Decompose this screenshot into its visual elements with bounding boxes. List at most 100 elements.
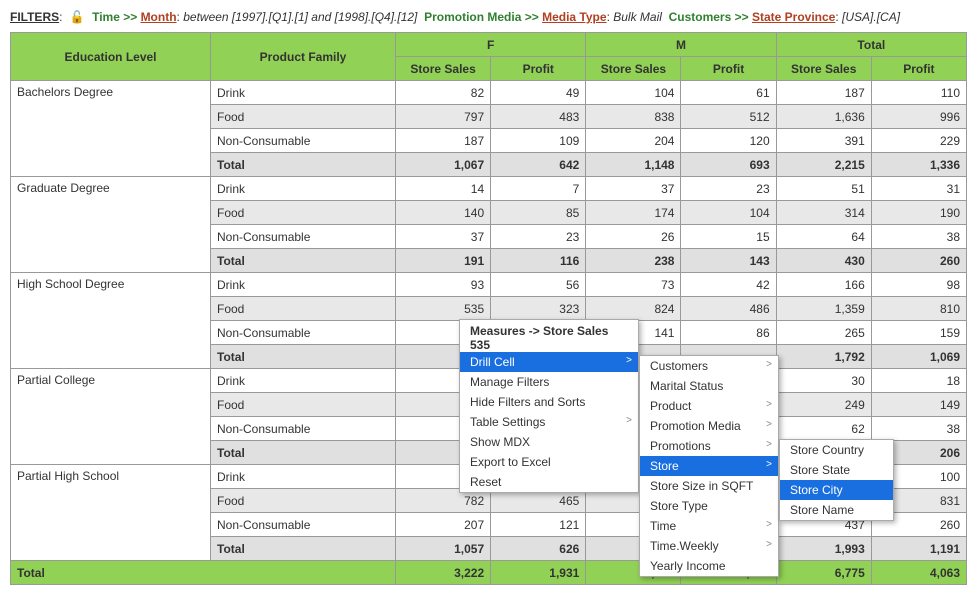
data-cell[interactable]: 62 <box>776 417 871 441</box>
store-submenu-item[interactable]: Store City <box>780 480 893 500</box>
subtotal-cell[interactable]: 642 <box>491 153 586 177</box>
data-cell[interactable]: 190 <box>871 201 966 225</box>
data-cell[interactable]: 104 <box>586 81 681 105</box>
data-cell[interactable]: 7 <box>491 177 586 201</box>
row-education[interactable]: Partial High School <box>11 465 211 561</box>
data-cell[interactable]: 187 <box>776 81 871 105</box>
row-product-family[interactable]: Drink <box>211 81 396 105</box>
header-education[interactable]: Education Level <box>11 33 211 81</box>
data-cell[interactable]: 159 <box>871 321 966 345</box>
row-product-family[interactable]: Food <box>211 201 396 225</box>
filter-dimension[interactable]: Promotion Media <box>424 10 521 24</box>
data-cell[interactable]: 204 <box>586 129 681 153</box>
row-product-family[interactable]: Non-Consumable <box>211 513 396 537</box>
data-cell[interactable]: 838 <box>586 105 681 129</box>
subtotal-cell[interactable]: 693 <box>681 153 776 177</box>
data-cell[interactable]: 86 <box>681 321 776 345</box>
data-cell[interactable]: 37 <box>586 177 681 201</box>
data-cell[interactable]: 512 <box>681 105 776 129</box>
grandtotal-cell[interactable]: 3,222 <box>396 561 491 585</box>
drill-submenu-item[interactable]: Time.Weekly <box>640 536 778 556</box>
data-cell[interactable]: 810 <box>871 297 966 321</box>
row-product-family[interactable]: Non-Consumable <box>211 321 396 345</box>
row-education[interactable]: High School Degree <box>11 273 211 369</box>
row-product-family[interactable]: Drink <box>211 177 396 201</box>
data-cell[interactable]: 149 <box>871 393 966 417</box>
data-cell[interactable]: 98 <box>871 273 966 297</box>
subtotal-cell[interactable]: 238 <box>586 249 681 273</box>
drill-submenu-item[interactable]: Marital Status <box>640 376 778 396</box>
data-cell[interactable]: 56 <box>491 273 586 297</box>
data-cell[interactable]: 104 <box>681 201 776 225</box>
row-product-family[interactable]: Food <box>211 297 396 321</box>
row-product-family[interactable]: Food <box>211 489 396 513</box>
data-cell[interactable]: 49 <box>491 81 586 105</box>
header-product-family[interactable]: Product Family <box>211 33 396 81</box>
data-cell[interactable]: 187 <box>396 129 491 153</box>
row-product-family[interactable]: Drink <box>211 465 396 489</box>
header-measure[interactable]: Store Sales <box>586 57 681 81</box>
unlock-icon[interactable]: 🔓 <box>70 10 85 24</box>
subtotal-cell[interactable]: 143 <box>681 249 776 273</box>
row-product-family[interactable]: Drink <box>211 369 396 393</box>
filter-dimension[interactable]: Time <box>92 10 120 24</box>
data-cell[interactable]: 38 <box>871 225 966 249</box>
row-product-family[interactable]: Food <box>211 105 396 129</box>
data-cell[interactable]: 996 <box>871 105 966 129</box>
data-cell[interactable]: 14 <box>396 177 491 201</box>
data-cell[interactable]: 93 <box>396 273 491 297</box>
header-group-m[interactable]: M <box>586 33 776 57</box>
header-measure[interactable]: Profit <box>491 57 586 81</box>
data-cell[interactable]: 249 <box>776 393 871 417</box>
drill-submenu-item[interactable]: Promotion Media <box>640 416 778 436</box>
subtotal-cell[interactable]: 2,215 <box>776 153 871 177</box>
drill-submenu-item[interactable]: Yearly Income <box>640 556 778 576</box>
drill-submenu-item[interactable]: Customers <box>640 356 778 376</box>
row-product-family[interactable]: Non-Consumable <box>211 225 396 249</box>
context-menu-item[interactable]: Export to Excel <box>460 452 638 472</box>
row-education[interactable]: Partial College <box>11 369 211 465</box>
subtotal-cell[interactable]: 1,069 <box>871 345 966 369</box>
filter-dimension[interactable]: Customers <box>669 10 732 24</box>
subtotal-cell[interactable]: 1,191 <box>871 537 966 561</box>
data-cell[interactable]: 1,636 <box>776 105 871 129</box>
row-product-family[interactable]: Drink <box>211 273 396 297</box>
data-cell[interactable]: 15 <box>681 225 776 249</box>
subtotal-cell[interactable]: 260 <box>871 249 966 273</box>
context-menu-item[interactable]: Show MDX <box>460 432 638 452</box>
data-cell[interactable]: 265 <box>776 321 871 345</box>
data-cell[interactable]: 73 <box>586 273 681 297</box>
header-measure[interactable]: Profit <box>871 57 966 81</box>
data-cell[interactable]: 26 <box>586 225 681 249</box>
data-cell[interactable]: 323 <box>491 297 586 321</box>
data-cell[interactable]: 121 <box>491 513 586 537</box>
subtotal-label[interactable]: Total <box>211 537 396 561</box>
subtotal-cell[interactable]: 191 <box>396 249 491 273</box>
drill-submenu-item[interactable]: Store Size in SQFT <box>640 476 778 496</box>
data-cell[interactable]: 535 <box>396 297 491 321</box>
subtotal-cell[interactable]: 430 <box>776 249 871 273</box>
data-cell[interactable]: 166 <box>776 273 871 297</box>
header-measure[interactable]: Store Sales <box>776 57 871 81</box>
data-cell[interactable]: 30 <box>776 369 871 393</box>
data-cell[interactable]: 824 <box>586 297 681 321</box>
context-menu-item[interactable]: Reset <box>460 472 638 492</box>
data-cell[interactable]: 314 <box>776 201 871 225</box>
data-cell[interactable]: 140 <box>396 201 491 225</box>
data-cell[interactable]: 61 <box>681 81 776 105</box>
data-cell[interactable]: 483 <box>491 105 586 129</box>
drill-submenu-item[interactable]: Product <box>640 396 778 416</box>
subtotal-label[interactable]: Total <box>211 441 396 465</box>
subtotal-cell[interactable]: 1,148 <box>586 153 681 177</box>
subtotal-cell[interactable]: 116 <box>491 249 586 273</box>
header-measure[interactable]: Store Sales <box>396 57 491 81</box>
subtotal-label[interactable]: Total <box>211 345 396 369</box>
data-cell[interactable]: 64 <box>776 225 871 249</box>
drill-submenu-item[interactable]: Promotions <box>640 436 778 456</box>
data-cell[interactable]: 486 <box>681 297 776 321</box>
drill-submenu-item[interactable]: Store <box>640 456 778 476</box>
drill-submenu-item[interactable]: Store Type <box>640 496 778 516</box>
data-cell[interactable]: 82 <box>396 81 491 105</box>
filter-level[interactable]: Media Type <box>542 10 606 24</box>
filter-level[interactable]: Month <box>141 10 177 24</box>
